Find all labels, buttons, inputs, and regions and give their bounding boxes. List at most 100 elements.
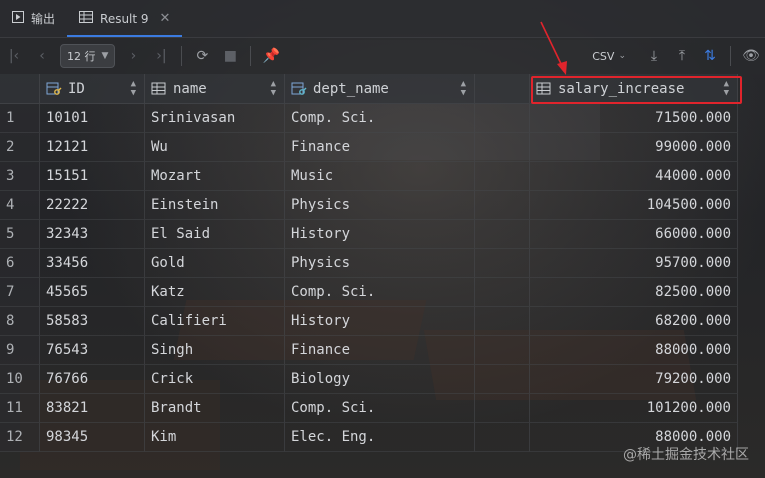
salary-increase-cell[interactable]: 82500.000	[530, 278, 738, 307]
empty-cell	[475, 162, 530, 191]
salary-increase-cell[interactable]: 44000.000	[530, 162, 738, 191]
dept-name-cell[interactable]: History	[285, 220, 475, 249]
column-header-dept-name[interactable]: dept_name ▲ ▼	[285, 74, 475, 104]
salary-increase-cell[interactable]: 66000.000	[530, 220, 738, 249]
next-page-icon[interactable]: ›	[119, 42, 147, 70]
salary-increase-cell[interactable]: 101200.000	[530, 394, 738, 423]
dept-name-cell[interactable]: Physics	[285, 249, 475, 278]
name-cell[interactable]: Srinivasan	[145, 104, 285, 133]
id-cell[interactable]: 76543	[40, 336, 145, 365]
id-cell[interactable]: 12121	[40, 133, 145, 162]
table-row[interactable]: 5 32343 El Said History 66000.000	[0, 220, 738, 249]
salary-increase-cell[interactable]: 71500.000	[530, 104, 738, 133]
salary-increase-cell[interactable]: 99000.000	[530, 133, 738, 162]
rows-count-select[interactable]: 12 行 ▼	[60, 44, 116, 68]
refresh-icon[interactable]: ⟳	[188, 42, 216, 70]
dept-name-cell[interactable]: History	[285, 307, 475, 336]
table-row[interactable]: 1 10101 Srinivasan Comp. Sci. 71500.000	[0, 104, 738, 133]
row-number-cell[interactable]: 11	[0, 394, 40, 423]
id-cell[interactable]: 32343	[40, 220, 145, 249]
export-format-select[interactable]: CSV ⌄	[592, 50, 626, 63]
name-cell[interactable]: Katz	[145, 278, 285, 307]
row-number-cell[interactable]: 5	[0, 220, 40, 249]
id-cell[interactable]: 83821	[40, 394, 145, 423]
dept-name-cell[interactable]: Comp. Sci.	[285, 394, 475, 423]
id-cell[interactable]: 15151	[40, 162, 145, 191]
last-page-icon[interactable]: ›|	[147, 42, 175, 70]
stop-icon[interactable]: ■	[216, 42, 244, 70]
name-cell[interactable]: Singh	[145, 336, 285, 365]
salary-increase-cell[interactable]: 79200.000	[530, 365, 738, 394]
dept-name-cell[interactable]: Elec. Eng.	[285, 423, 475, 452]
column-header-label: dept_name	[313, 80, 389, 97]
id-cell[interactable]: 98345	[40, 423, 145, 452]
empty-cell	[475, 307, 530, 336]
table-row[interactable]: 11 83821 Brandt Comp. Sci. 101200.000	[0, 394, 738, 423]
column-header-name[interactable]: name ▲ ▼	[145, 74, 285, 104]
download-icon[interactable]: ⤓	[640, 42, 668, 70]
name-cell[interactable]: Gold	[145, 249, 285, 278]
row-number-cell[interactable]: 12	[0, 423, 40, 452]
empty-cell	[475, 278, 530, 307]
dept-name-cell[interactable]: Finance	[285, 133, 475, 162]
row-number-cell[interactable]: 2	[0, 133, 40, 162]
table-row[interactable]: 7 45565 Katz Comp. Sci. 82500.000	[0, 278, 738, 307]
id-cell[interactable]: 45565	[40, 278, 145, 307]
row-number-cell[interactable]: 10	[0, 365, 40, 394]
name-cell[interactable]: Kim	[145, 423, 285, 452]
id-cell[interactable]: 33456	[40, 249, 145, 278]
id-cell[interactable]: 76766	[40, 365, 145, 394]
id-cell[interactable]: 22222	[40, 191, 145, 220]
empty-cell	[475, 220, 530, 249]
table-row[interactable]: 4 22222 Einstein Physics 104500.000	[0, 191, 738, 220]
table-row[interactable]: 8 58583 Califieri History 68200.000	[0, 307, 738, 336]
dept-name-cell[interactable]: Finance	[285, 336, 475, 365]
row-number-cell[interactable]: 4	[0, 191, 40, 220]
empty-cell	[475, 365, 530, 394]
pin-icon[interactable]: 📌	[257, 42, 285, 70]
salary-increase-cell[interactable]: 88000.000	[530, 336, 738, 365]
row-number-cell[interactable]: 6	[0, 249, 40, 278]
column-header-id[interactable]: ID ▲ ▼	[40, 74, 145, 104]
dept-name-cell[interactable]: Comp. Sci.	[285, 278, 475, 307]
row-number-cell[interactable]: 3	[0, 162, 40, 191]
dept-name-cell[interactable]: Comp. Sci.	[285, 104, 475, 133]
tab-result-9[interactable]: Result 9 ✕	[67, 0, 183, 37]
table-row[interactable]: 10 76766 Crick Biology 79200.000	[0, 365, 738, 394]
name-cell[interactable]: Mozart	[145, 162, 285, 191]
table-row[interactable]: 9 76543 Singh Finance 88000.000	[0, 336, 738, 365]
table-row[interactable]: 3 15151 Mozart Music 44000.000	[0, 162, 738, 191]
name-cell[interactable]: Califieri	[145, 307, 285, 336]
sort-icon[interactable]: ▲ ▼	[271, 79, 276, 98]
name-cell[interactable]: Brandt	[145, 394, 285, 423]
salary-increase-cell[interactable]: 68200.000	[530, 307, 738, 336]
upload-icon[interactable]: ⤒	[668, 42, 696, 70]
salary-increase-cell[interactable]: 95700.000	[530, 249, 738, 278]
salary-increase-cell[interactable]: 104500.000	[530, 191, 738, 220]
dept-name-cell[interactable]: Physics	[285, 191, 475, 220]
tab-output[interactable]: 输出	[0, 0, 67, 37]
compare-icon[interactable]: ⇅	[696, 42, 724, 70]
first-page-icon[interactable]: |‹	[0, 42, 28, 70]
name-cell[interactable]: Wu	[145, 133, 285, 162]
dept-name-cell[interactable]: Biology	[285, 365, 475, 394]
dept-name-cell[interactable]: Music	[285, 162, 475, 191]
close-icon[interactable]: ✕	[160, 11, 171, 26]
id-cell[interactable]: 58583	[40, 307, 145, 336]
name-cell[interactable]: Einstein	[145, 191, 285, 220]
row-number-cell[interactable]: 7	[0, 278, 40, 307]
table-icon	[79, 11, 94, 26]
table-row[interactable]: 2 12121 Wu Finance 99000.000	[0, 133, 738, 162]
sort-icon[interactable]: ▲ ▼	[131, 79, 136, 98]
name-cell[interactable]: El Said	[145, 220, 285, 249]
prev-page-icon[interactable]: ‹	[28, 42, 56, 70]
sort-icon[interactable]: ▲ ▼	[461, 79, 466, 98]
name-cell[interactable]: Crick	[145, 365, 285, 394]
empty-cell	[475, 191, 530, 220]
row-number-cell[interactable]: 9	[0, 336, 40, 365]
row-number-cell[interactable]: 1	[0, 104, 40, 133]
id-cell[interactable]: 10101	[40, 104, 145, 133]
row-number-cell[interactable]: 8	[0, 307, 40, 336]
eye-icon[interactable]: 👁	[737, 42, 765, 70]
table-row[interactable]: 6 33456 Gold Physics 95700.000	[0, 249, 738, 278]
